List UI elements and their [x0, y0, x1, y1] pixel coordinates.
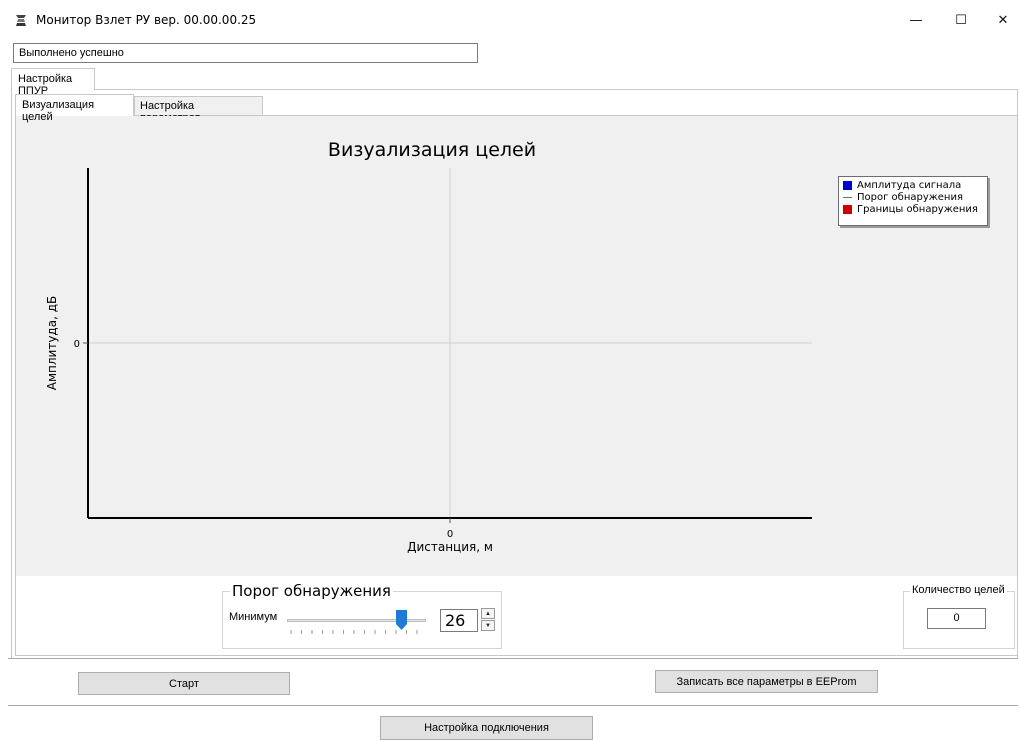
- app-icon: [16, 15, 26, 26]
- legend-item-signal-amplitude: Амплитуда сигнала: [843, 179, 983, 191]
- tab-target-visualization[interactable]: Визуализация целей: [15, 94, 134, 123]
- threshold-slider-ticks: [290, 630, 418, 634]
- tab-ppur-settings[interactable]: Настройка ППУР: [11, 68, 95, 97]
- legend-label: Порог обнаружения: [857, 191, 963, 203]
- spin-down-button[interactable]: ▼: [481, 620, 495, 631]
- legend-item-detection-threshold: Порог обнаружения: [843, 191, 983, 203]
- legend-item-detection-bounds: Границы обнаружения: [843, 203, 983, 215]
- spin-up-button[interactable]: ▲: [481, 608, 495, 619]
- threshold-value-input[interactable]: 26: [440, 609, 478, 632]
- threshold-group-title: Порог обнаружения: [230, 582, 393, 600]
- x-axis-label: Дистанция, м: [407, 540, 493, 554]
- y-tick-label: 0: [74, 339, 80, 350]
- threshold-slider-thumb[interactable]: [396, 610, 408, 630]
- legend-swatch-red: [843, 204, 852, 214]
- separator-line: [8, 658, 1018, 659]
- legend-swatch-blue: [843, 180, 852, 190]
- write-eeprom-button[interactable]: Записать все параметры в EEProm: [655, 670, 878, 693]
- legend-label: Границы обнаружения: [857, 203, 978, 215]
- targets-count-title: Количество целей: [910, 584, 1007, 596]
- minimum-label: Минимум: [229, 611, 278, 623]
- x-tick-label: 0: [447, 529, 453, 540]
- chart-title: Визуализация целей: [328, 139, 536, 161]
- status-field: Выполнено успешно: [13, 43, 478, 63]
- tab-parameter-settings[interactable]: Настройка параметров: [134, 96, 263, 124]
- close-button[interactable]: ✕: [980, 6, 1019, 34]
- window-title: Монитор Взлет РУ вер. 00.00.00.25: [36, 13, 257, 27]
- chart-legend: Амплитуда сигнала Порог обнаружения Гран…: [838, 176, 988, 226]
- minimize-button[interactable]: —: [893, 6, 939, 34]
- maximize-button[interactable]: ☐: [938, 6, 984, 34]
- connection-settings-button[interactable]: Настройка подключения: [380, 716, 593, 740]
- targets-count-value: 0: [927, 608, 986, 629]
- start-button[interactable]: Старт: [78, 672, 290, 695]
- y-axis-label: Амплитуда, дБ: [45, 296, 59, 390]
- separator-line: [8, 705, 1018, 706]
- legend-line-green: [843, 196, 852, 198]
- legend-label: Амплитуда сигнала: [857, 179, 962, 191]
